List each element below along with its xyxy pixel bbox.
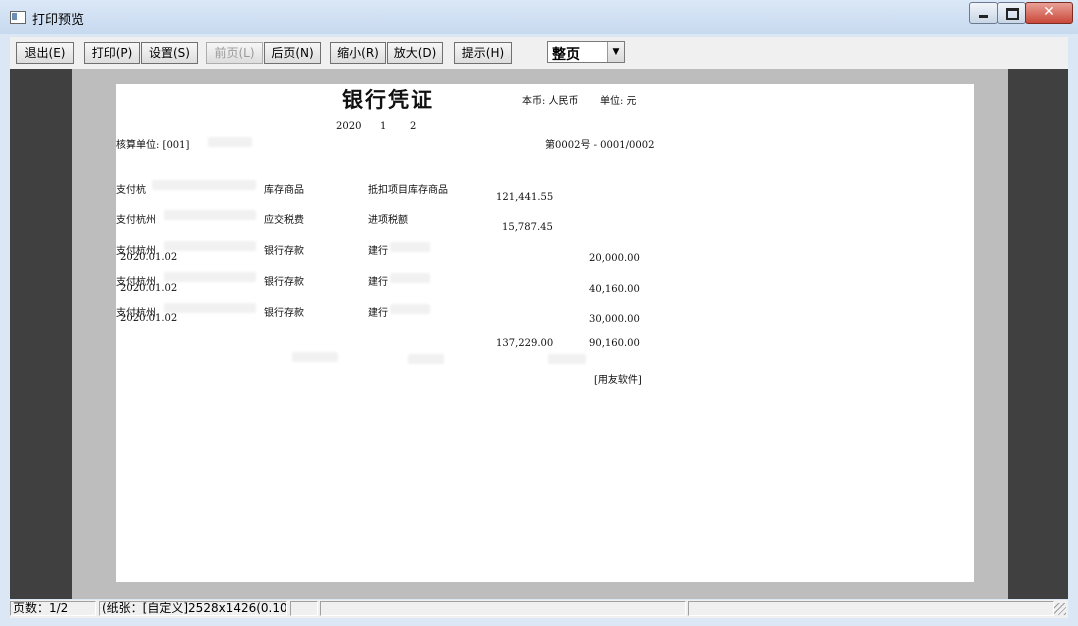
close-button[interactable]: ✕ [1025, 2, 1073, 24]
close-icon: ✕ [1043, 4, 1055, 20]
software-footer: [用友软件] [594, 375, 642, 386]
window-title: 打印预览 [32, 13, 85, 28]
status-panel-empty [320, 601, 686, 616]
row-account: 银行存款 [264, 246, 304, 257]
row-subaccount: 建行 [368, 308, 388, 319]
row-summary: 支付杭 [116, 185, 146, 196]
row-account: 应交税费 [264, 215, 304, 226]
page-count: 页数：1/2 [10, 601, 96, 616]
paper-info: (纸张：[自定义]2528x1426(0.100mr [99, 601, 287, 616]
row-summary: 支付杭州 [116, 215, 156, 226]
maximize-button[interactable] [997, 2, 1026, 24]
redacted-block [292, 352, 338, 362]
redacted-block [164, 272, 256, 282]
account-unit: 核算单位: [001] [116, 140, 190, 151]
redacted-block [390, 242, 430, 252]
row-account: 银行存款 [264, 308, 304, 319]
maximize-icon [1006, 8, 1019, 20]
row-subaccount: 抵扣项目库存商品 [368, 185, 448, 196]
voucher-year: 2020 [336, 121, 362, 132]
voucher-month: 1 [380, 121, 387, 132]
redacted-block [548, 354, 586, 364]
status-panel-empty [290, 601, 318, 616]
minimize-button[interactable] [969, 2, 998, 24]
row-account: 库存商品 [264, 185, 304, 196]
row-date: 2020.01.02 [120, 252, 178, 263]
redacted-block [164, 210, 256, 220]
print-preview-window: 打印预览 ✕ 退出(E) 打印(P) 设置(S) 前页(L) 后页(N) 缩小(… [0, 0, 1078, 626]
row-subaccount: 建行 [368, 277, 388, 288]
window-icon [10, 11, 26, 24]
voucher-number: 第0002号 - 0001/0002 [545, 140, 655, 151]
hint-button[interactable]: 提示(H) [454, 42, 512, 64]
row-credit: 40,160.00 [589, 284, 640, 295]
voucher-page: 银行凭证 本币: 人民币 单位: 元 2020 1 2 核算单位: [001] … [116, 84, 974, 582]
page-background: 银行凭证 本币: 人民币 单位: 元 2020 1 2 核算单位: [001] … [72, 69, 1008, 599]
voucher-day: 2 [410, 121, 417, 132]
status-bar: 页数：1/2 (纸张：[自定义]2528x1426(0.100mr [10, 600, 1068, 618]
currency-label: 本币: 人民币 [522, 96, 579, 107]
title-bar: 打印预览 ✕ [0, 0, 1078, 34]
unit-label: 单位: 元 [600, 96, 637, 107]
redacted-block [390, 273, 430, 283]
row-subaccount: 建行 [368, 246, 388, 257]
settings-button[interactable]: 设置(S) [141, 42, 198, 64]
toolbar: 退出(E) 打印(P) 设置(S) 前页(L) 后页(N) 缩小(R) 放大(D… [10, 37, 1068, 69]
zoom-select-value: 整页 [552, 47, 580, 63]
minimize-icon [979, 15, 988, 18]
row-debit: 15,787.45 [502, 222, 553, 233]
zoom-select[interactable]: 整页 ▼ [547, 41, 625, 63]
redacted-block [408, 354, 444, 364]
redacted-block [390, 304, 430, 314]
row-date: 2020.01.02 [120, 283, 178, 294]
zoom-in-button[interactable]: 放大(D) [387, 42, 443, 64]
row-credit: 20,000.00 [589, 253, 640, 264]
resize-grip-icon[interactable] [1054, 603, 1066, 615]
row-credit: 30,000.00 [589, 314, 640, 325]
total-credit: 90,160.00 [589, 338, 640, 349]
preview-area[interactable]: 银行凭证 本币: 人民币 单位: 元 2020 1 2 核算单位: [001] … [10, 69, 1068, 599]
row-date: 2020.01.02 [120, 313, 178, 324]
prev-page-button[interactable]: 前页(L) [206, 42, 263, 64]
row-subaccount: 进项税额 [368, 215, 408, 226]
row-account: 银行存款 [264, 277, 304, 288]
print-button[interactable]: 打印(P) [84, 42, 140, 64]
exit-button[interactable]: 退出(E) [16, 42, 74, 64]
total-debit: 137,229.00 [496, 338, 554, 349]
zoom-out-button[interactable]: 缩小(R) [330, 42, 386, 64]
redacted-block [152, 180, 256, 190]
next-page-button[interactable]: 后页(N) [264, 42, 321, 64]
redacted-block [208, 137, 252, 147]
voucher-title: 银行凭证 [342, 87, 434, 112]
status-panel-empty [688, 601, 1054, 616]
row-debit: 121,441.55 [496, 192, 554, 203]
redacted-block [164, 303, 256, 313]
dropdown-arrow-icon[interactable]: ▼ [607, 42, 624, 62]
redacted-block [164, 241, 256, 251]
